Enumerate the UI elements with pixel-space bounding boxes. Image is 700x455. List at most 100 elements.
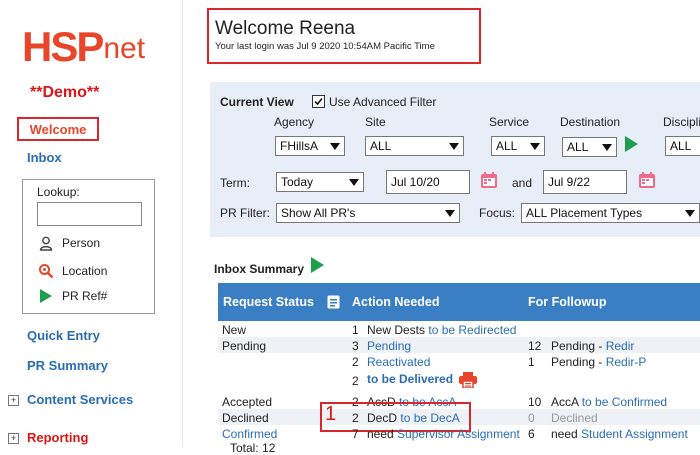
- inbox-summary-title: Inbox Summary: [214, 262, 305, 276]
- col-action-needed: Action Needed: [352, 295, 440, 309]
- action-link-supervisor[interactable]: Supervisor Assignment: [397, 427, 520, 441]
- action-text: need: [367, 427, 394, 441]
- play-icon[interactable]: [625, 136, 638, 152]
- lookup-input[interactable]: [37, 202, 142, 226]
- action-count: 3: [352, 339, 359, 353]
- welcome-nav-label: Welcome: [29, 121, 87, 137]
- filter-panel: Current View Use Advanced Filter Agency …: [210, 82, 700, 237]
- date-to-input[interactable]: Jul 9/22: [543, 170, 627, 194]
- status-accepted: Accepted: [222, 395, 273, 409]
- action-link-redirected[interactable]: to be Redirected: [428, 323, 516, 337]
- discipline-value: ALL: [670, 139, 692, 153]
- col-request-status: Request Status: [223, 295, 314, 309]
- play-icon[interactable]: [311, 257, 324, 273]
- lookup-box: Lookup: Person Location PR Ref#: [22, 179, 155, 314]
- focus-select[interactable]: ALL Placement Types: [521, 203, 700, 223]
- and-label: and: [512, 176, 533, 190]
- expand-icon[interactable]: +: [8, 395, 19, 406]
- printer-icon[interactable]: [459, 372, 477, 389]
- discipline-select[interactable]: ALL: [665, 136, 700, 156]
- inbox-table-header: Request Status Action Needed For Followu…: [218, 283, 700, 321]
- site-select[interactable]: ALL: [365, 136, 464, 156]
- advanced-filter-label: Use Advanced Filter: [329, 95, 437, 109]
- content-services-nav-link[interactable]: Content Services: [27, 392, 133, 407]
- action-link-delivered[interactable]: to be Delivered: [367, 372, 453, 386]
- current-view-label: Current View: [220, 95, 294, 109]
- focus-value: ALL Placement Types: [526, 206, 643, 220]
- pr-filter-select[interactable]: Show All PR's: [276, 203, 460, 223]
- agency-label: Agency: [274, 115, 315, 129]
- calendar-icon[interactable]: [480, 171, 498, 189]
- followup-link-redir-p[interactable]: Redir-P: [606, 355, 647, 369]
- term-label: Term:: [220, 176, 250, 190]
- pr-summary-nav-link[interactable]: PR Summary: [27, 358, 108, 373]
- date-from-input[interactable]: Jul 10/20: [386, 170, 470, 194]
- chevron-down-icon: [602, 144, 612, 151]
- destination-select[interactable]: ALL: [562, 137, 617, 157]
- destination-value: ALL: [567, 140, 589, 154]
- lookup-label: Lookup:: [37, 185, 80, 199]
- followup-text: AccA: [551, 395, 579, 409]
- agency-select[interactable]: FHillsA: [275, 136, 345, 156]
- agency-value: FHillsA: [280, 139, 318, 153]
- lookup-prref-label: PR Ref#: [62, 289, 108, 303]
- advanced-filter-checkbox[interactable]: [312, 95, 325, 108]
- calendar-icon[interactable]: [638, 171, 656, 189]
- status-pending: Pending: [222, 339, 267, 353]
- highlight-number: 1: [325, 403, 337, 425]
- welcome-header: Welcome Reena Your last login was Jul 9 …: [207, 8, 481, 64]
- document-icon[interactable]: [327, 295, 340, 312]
- quick-entry-nav-link[interactable]: Quick Entry: [27, 328, 100, 343]
- site-value: ALL: [370, 139, 392, 153]
- action-count: 2: [352, 374, 359, 388]
- table-row: Pending - Redir: [551, 339, 634, 353]
- table-row: Pending - Redir-P: [551, 355, 646, 369]
- welcome-nav-item[interactable]: Welcome: [17, 117, 99, 141]
- action-text: New Dests: [367, 323, 426, 337]
- table-row: need Student Assignment: [551, 427, 688, 441]
- last-login-text: Your last login was Jul 9 2020 10:54AM P…: [215, 41, 435, 52]
- action-count: 1: [352, 323, 359, 337]
- status-declined: Declined: [222, 411, 269, 425]
- service-value: ALL: [496, 139, 518, 153]
- focus-label: Focus:: [479, 206, 516, 220]
- followup-count: 12: [528, 339, 542, 353]
- followup-count: 10: [528, 395, 542, 409]
- lookup-prref-option[interactable]: PR Ref#: [38, 288, 107, 304]
- followup-count: 0: [528, 411, 535, 425]
- followup-text: Pending -: [551, 339, 606, 353]
- term-value: Today: [281, 175, 314, 189]
- chevron-down-icon: [530, 143, 540, 150]
- discipline-label: Discipli: [663, 115, 700, 129]
- service-label: Service: [489, 115, 530, 129]
- site-label: Site: [365, 115, 386, 129]
- followup-link-student[interactable]: Student Assignment: [581, 427, 688, 441]
- table-row: need Supervisor Assignment: [367, 427, 520, 441]
- sidebar: HSP net **Demo** Welcome Inbox Lookup: Pe…: [0, 0, 183, 447]
- hspnet-logo[interactable]: HSP net: [22, 22, 145, 68]
- action-link-reactivated[interactable]: Reactivated: [367, 355, 430, 369]
- service-select[interactable]: ALL: [491, 136, 545, 156]
- status-confirmed-link[interactable]: Confirmed: [222, 427, 277, 441]
- lookup-location-label: Location: [62, 264, 108, 278]
- term-select[interactable]: Today: [276, 172, 364, 192]
- inbox-nav-link[interactable]: Inbox: [27, 150, 62, 165]
- logo-net: net: [103, 32, 146, 65]
- chevron-down-icon: [449, 143, 459, 150]
- lookup-person-label: Person: [62, 236, 101, 250]
- expand-icon[interactable]: +: [8, 433, 19, 444]
- followup-link-confirmed[interactable]: to be Confirmed: [582, 395, 667, 409]
- logo-hsp: HSP: [22, 23, 104, 70]
- action-link-pending[interactable]: Pending: [367, 339, 411, 353]
- followup-text: need: [551, 427, 578, 441]
- lookup-location-option[interactable]: Location: [38, 263, 107, 279]
- reporting-nav-link[interactable]: Reporting: [27, 430, 88, 445]
- followup-link-redir[interactable]: Redir: [606, 339, 635, 353]
- person-icon: [38, 235, 54, 251]
- chevron-down-icon: [330, 143, 340, 150]
- table-row: AccA to be Confirmed: [551, 395, 667, 409]
- followup-text: Declined: [551, 411, 598, 425]
- chevron-down-icon: [685, 210, 695, 217]
- demo-label: **Demo**: [30, 84, 100, 101]
- lookup-person-option[interactable]: Person: [38, 235, 100, 251]
